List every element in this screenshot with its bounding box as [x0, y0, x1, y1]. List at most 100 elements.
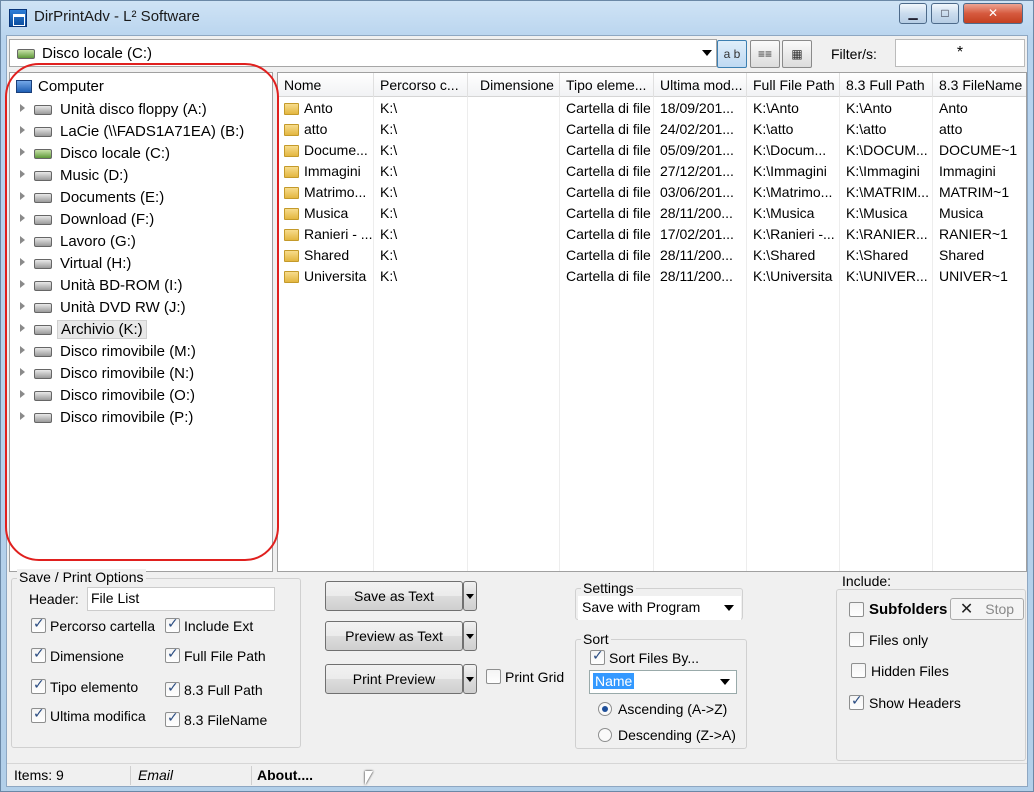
hard-drive-icon	[34, 193, 52, 203]
tree-item[interactable]: Disco locale (C:)	[20, 144, 270, 166]
column-header[interactable]: Dimensione	[468, 73, 560, 97]
subfolders-checkbox[interactable]	[849, 602, 864, 617]
option-checkbox[interactable]	[31, 706, 46, 723]
tree-item[interactable]: Lavoro (G:)	[20, 232, 270, 254]
removable-drive-icon	[34, 347, 52, 357]
include-title: Include:	[842, 573, 892, 589]
tree-item[interactable]: Disco rimovibile (N:)	[20, 364, 270, 386]
stop-button[interactable]: ✕ Stop	[950, 598, 1024, 620]
tree-item[interactable]: Unità BD-ROM (I:)	[20, 276, 270, 298]
title-bar[interactable]: DirPrintAdv - L² Software ▁ □ ✕	[1, 1, 1033, 35]
option-checkbox[interactable]	[31, 646, 46, 663]
tree-item[interactable]: Disco rimovibile (M:)	[20, 342, 270, 364]
option-checkbox[interactable]	[165, 710, 180, 727]
option-checkbox[interactable]	[31, 616, 46, 633]
expand-arrow-icon[interactable]	[20, 192, 25, 200]
expand-arrow-icon[interactable]	[20, 302, 25, 310]
table-cell: K:\	[380, 268, 398, 284]
header-input[interactable]: File List	[87, 587, 275, 611]
toolbar: Disco locale (C:) a b ≡≡ ▦ Filter/s: *	[7, 36, 1027, 72]
option-checkbox[interactable]	[31, 677, 46, 694]
expand-arrow-icon[interactable]	[20, 412, 25, 420]
minimize-button[interactable]: ▁	[899, 3, 927, 24]
close-button[interactable]: ✕	[963, 3, 1023, 24]
tree-item[interactable]: Music (D:)	[20, 166, 270, 188]
expand-arrow-icon[interactable]	[20, 324, 25, 332]
option-checkbox-label: Ultima modifica	[50, 708, 146, 724]
column-header[interactable]: 8.3 FileName	[933, 73, 1026, 97]
local-drive-icon	[17, 49, 35, 59]
folder-icon	[284, 271, 299, 283]
column-header[interactable]: Nome	[278, 73, 374, 97]
settings-select[interactable]: Save with Program	[578, 596, 741, 620]
table-cell: 28/11/200...	[660, 268, 733, 284]
column-header[interactable]: Tipo eleme...	[560, 73, 654, 97]
view-list-button[interactable]: a b	[717, 40, 747, 68]
ascending-radio[interactable]	[598, 702, 612, 716]
column-header[interactable]: Full File Path	[747, 73, 840, 97]
expand-arrow-icon[interactable]	[20, 390, 25, 398]
subfolders-label: Subfolders	[869, 601, 948, 618]
table-cell: K:\UNIVER...	[846, 268, 928, 284]
filter-input[interactable]: *	[895, 39, 1025, 67]
hard-drive-icon	[34, 259, 52, 269]
table-cell: Ranieri - ...	[304, 226, 373, 242]
view-grid-button[interactable]: ▦	[782, 40, 812, 68]
tree-item-label: Virtual (H:)	[60, 255, 132, 272]
tree-item[interactable]: Unità disco floppy (A:)	[20, 100, 270, 122]
expand-arrow-icon[interactable]	[20, 346, 25, 354]
status-separator	[251, 766, 252, 785]
table-cell: Cartella di file	[566, 184, 651, 200]
sort-field-select[interactable]: Name	[589, 670, 737, 694]
expand-arrow-icon[interactable]	[20, 104, 25, 112]
print-preview-button[interactable]: Print Preview	[325, 664, 463, 694]
descending-radio[interactable]	[598, 728, 612, 742]
settings-title: Settings	[581, 580, 636, 596]
file-list[interactable]: Nome Percorso c... Dimensione Tipo eleme...…	[277, 72, 1027, 572]
option-checkbox-label: 8.3 FileName	[184, 712, 268, 728]
save-as-text-dropdown[interactable]	[463, 581, 477, 611]
preview-as-text-button[interactable]: Preview as Text	[325, 621, 463, 651]
status-email-link[interactable]: Email	[138, 767, 173, 783]
show-headers-checkbox[interactable]	[849, 693, 864, 710]
tree-item-label: Disco rimovibile (O:)	[60, 387, 196, 404]
tree-item[interactable]: Disco rimovibile (O:)	[20, 386, 270, 408]
maximize-button[interactable]: □	[931, 3, 959, 24]
table-cell: 05/09/201...	[660, 142, 734, 158]
path-combobox[interactable]: Disco locale (C:)	[9, 39, 717, 67]
view-details-button[interactable]: ≡≡	[750, 40, 780, 68]
tree-item[interactable]: LaCie (\\FADS1A71EA) (B:)	[20, 122, 270, 144]
tree-item[interactable]: Unità DVD RW (J:)	[20, 298, 270, 320]
dropdown-arrow-icon[interactable]	[702, 50, 712, 56]
expand-arrow-icon[interactable]	[20, 236, 25, 244]
tree-item[interactable]: Archivio (K:)	[20, 320, 270, 342]
expand-arrow-icon[interactable]	[20, 214, 25, 222]
preview-as-text-dropdown[interactable]	[463, 621, 477, 651]
expand-arrow-icon[interactable]	[20, 170, 25, 178]
files-only-checkbox[interactable]	[849, 632, 864, 647]
print-preview-dropdown[interactable]	[463, 664, 477, 694]
save-as-text-button[interactable]: Save as Text	[325, 581, 463, 611]
tree-item[interactable]: Documents (E:)	[20, 188, 270, 210]
column-divider	[559, 97, 560, 571]
column-header[interactable]: Ultima mod...	[654, 73, 747, 97]
print-grid-checkbox[interactable]	[486, 669, 501, 684]
option-checkbox[interactable]	[165, 680, 180, 697]
option-checkbox[interactable]	[165, 616, 180, 633]
expand-arrow-icon[interactable]	[20, 280, 25, 288]
table-cell: Cartella di file	[566, 121, 651, 137]
option-checkbox[interactable]	[165, 646, 180, 663]
expand-arrow-icon[interactable]	[20, 126, 25, 134]
column-header[interactable]: 8.3 Full Path	[840, 73, 933, 97]
sort-files-by-checkbox[interactable]	[590, 648, 605, 665]
column-header[interactable]: Percorso c...	[374, 73, 468, 97]
folder-tree[interactable]: Computer Unità disco floppy (A:) LaCie (\…	[9, 72, 273, 572]
hidden-files-checkbox[interactable]	[851, 663, 866, 678]
expand-arrow-icon[interactable]	[20, 258, 25, 266]
tree-item[interactable]: Disco rimovibile (P:)	[20, 408, 270, 430]
status-about-link[interactable]: About....	[257, 767, 313, 783]
tree-item[interactable]: Download (F:)	[20, 210, 270, 232]
expand-arrow-icon[interactable]	[20, 148, 25, 156]
expand-arrow-icon[interactable]	[20, 368, 25, 376]
tree-item[interactable]: Virtual (H:)	[20, 254, 270, 276]
